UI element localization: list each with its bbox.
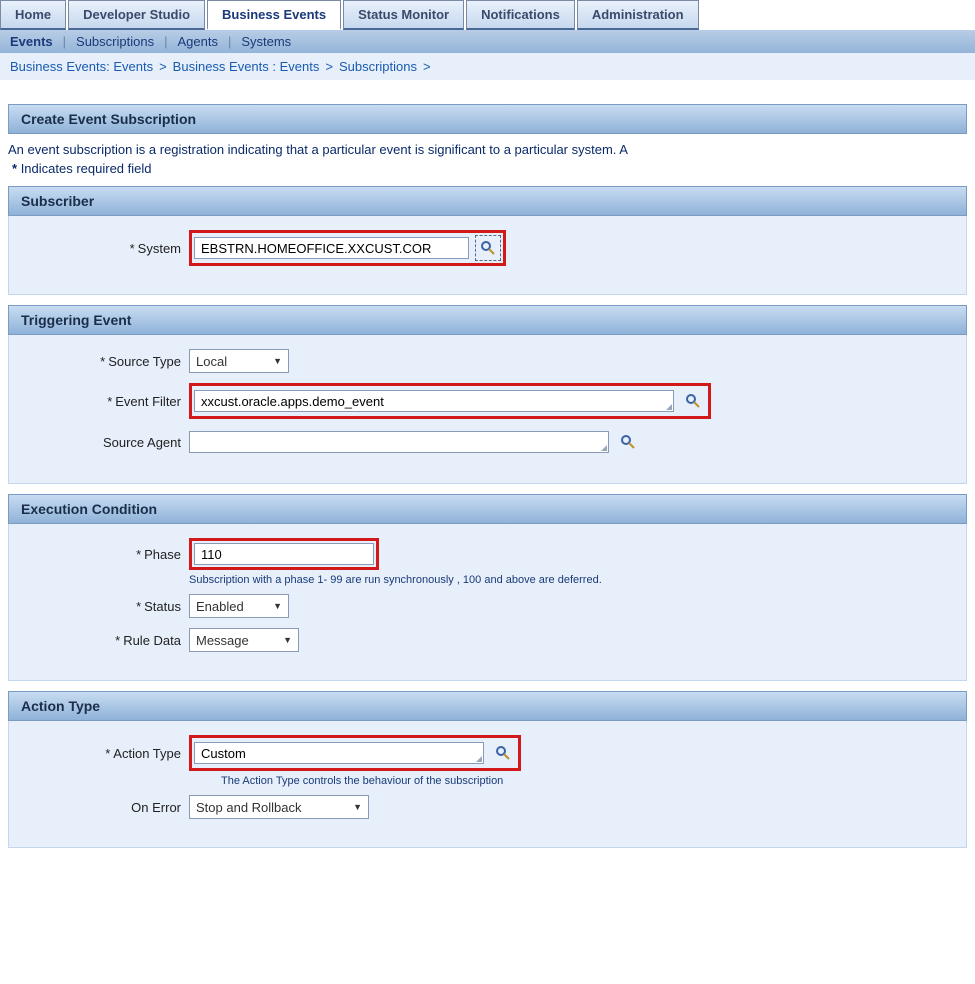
action-type-lov-button[interactable] — [490, 740, 516, 766]
section-header-execution: Execution Condition — [8, 494, 967, 524]
tab-notifications[interactable]: Notifications — [466, 0, 575, 30]
section-header-action: Action Type — [8, 691, 967, 721]
section-header-subscriber: Subscriber — [8, 186, 967, 216]
action-type-label-text: Action Type — [113, 746, 181, 761]
subnav-agents[interactable]: Agents — [177, 34, 217, 49]
system-label: *System — [21, 241, 181, 256]
source-type-label-text: Source Type — [108, 354, 181, 369]
subnav-separator: | — [63, 34, 66, 49]
source-agent-label-text: Source Agent — [103, 435, 181, 450]
on-error-select[interactable]: Stop and Rollback — [189, 795, 369, 819]
search-icon — [620, 434, 636, 450]
tab-administration[interactable]: Administration — [577, 0, 699, 30]
rule-data-label-text: Rule Data — [123, 633, 181, 648]
sub-nav: Events | Subscriptions | Agents | System… — [0, 30, 975, 53]
crumb-3[interactable]: Subscriptions — [339, 59, 417, 74]
crumb-separator: > — [159, 59, 167, 74]
status-select[interactable]: Enabled — [189, 594, 289, 618]
subnav-separator: | — [228, 34, 231, 49]
system-input[interactable] — [194, 237, 469, 259]
section-header-triggering: Triggering Event — [8, 305, 967, 335]
search-icon — [495, 745, 511, 761]
phase-label: *Phase — [21, 547, 181, 562]
subnav-events[interactable]: Events — [10, 34, 53, 49]
tab-status-monitor[interactable]: Status Monitor — [343, 0, 464, 30]
event-filter-label: *Event Filter — [21, 394, 181, 409]
crumb-separator: > — [423, 59, 431, 74]
action-type-hint: The Action Type controls the behaviour o… — [221, 775, 521, 787]
crumb-2[interactable]: Business Events : Events — [173, 59, 320, 74]
phase-input[interactable] — [194, 543, 374, 565]
main-tabs: Home Developer Studio Business Events St… — [0, 0, 975, 30]
on-error-label-text: On Error — [131, 800, 181, 815]
subnav-systems[interactable]: Systems — [241, 34, 291, 49]
system-lov-button[interactable] — [475, 235, 501, 261]
source-type-label: *Source Type — [21, 354, 181, 369]
rule-data-select[interactable]: Message — [189, 628, 299, 652]
phase-label-text: Phase — [144, 547, 181, 562]
source-agent-input[interactable] — [189, 431, 609, 453]
status-label-text: Status — [144, 599, 181, 614]
tab-business-events[interactable]: Business Events — [207, 0, 341, 30]
event-filter-input[interactable] — [194, 390, 674, 412]
crumb-separator: > — [325, 59, 333, 74]
subnav-separator: | — [164, 34, 167, 49]
source-agent-label: Source Agent — [21, 435, 181, 450]
action-type-label: *Action Type — [21, 746, 181, 761]
section-body-execution: *Phase Subscription with a phase 1- 99 a… — [8, 524, 967, 681]
section-body-subscriber: *System — [8, 216, 967, 295]
search-icon — [685, 393, 701, 409]
on-error-label: On Error — [21, 800, 181, 815]
search-icon — [480, 240, 496, 256]
tab-developer-studio[interactable]: Developer Studio — [68, 0, 205, 30]
system-label-text: System — [138, 241, 181, 256]
required-asterisk-icon: * — [12, 161, 17, 176]
section-body-action: *Action Type The Action Type controls th… — [8, 721, 967, 848]
source-type-select[interactable]: Local — [189, 349, 289, 373]
event-filter-label-text: Event Filter — [115, 394, 181, 409]
tab-home[interactable]: Home — [0, 0, 66, 30]
event-filter-lov-button[interactable] — [680, 388, 706, 414]
page-title: Create Event Subscription — [8, 104, 967, 134]
action-type-input[interactable] — [194, 742, 484, 764]
rule-data-label: *Rule Data — [21, 633, 181, 648]
source-agent-lov-button[interactable] — [615, 429, 641, 455]
breadcrumb: Business Events: Events > Business Event… — [0, 53, 975, 80]
section-body-triggering: *Source Type Local *Event Filter — [8, 335, 967, 484]
subnav-subscriptions[interactable]: Subscriptions — [76, 34, 154, 49]
page-intro: An event subscription is a registration … — [8, 142, 975, 157]
status-label: *Status — [21, 599, 181, 614]
required-note: * * Indicates required field Indicates r… — [12, 161, 975, 176]
crumb-1[interactable]: Business Events: Events — [10, 59, 153, 74]
phase-hint: Subscription with a phase 1- 99 are run … — [189, 574, 954, 586]
